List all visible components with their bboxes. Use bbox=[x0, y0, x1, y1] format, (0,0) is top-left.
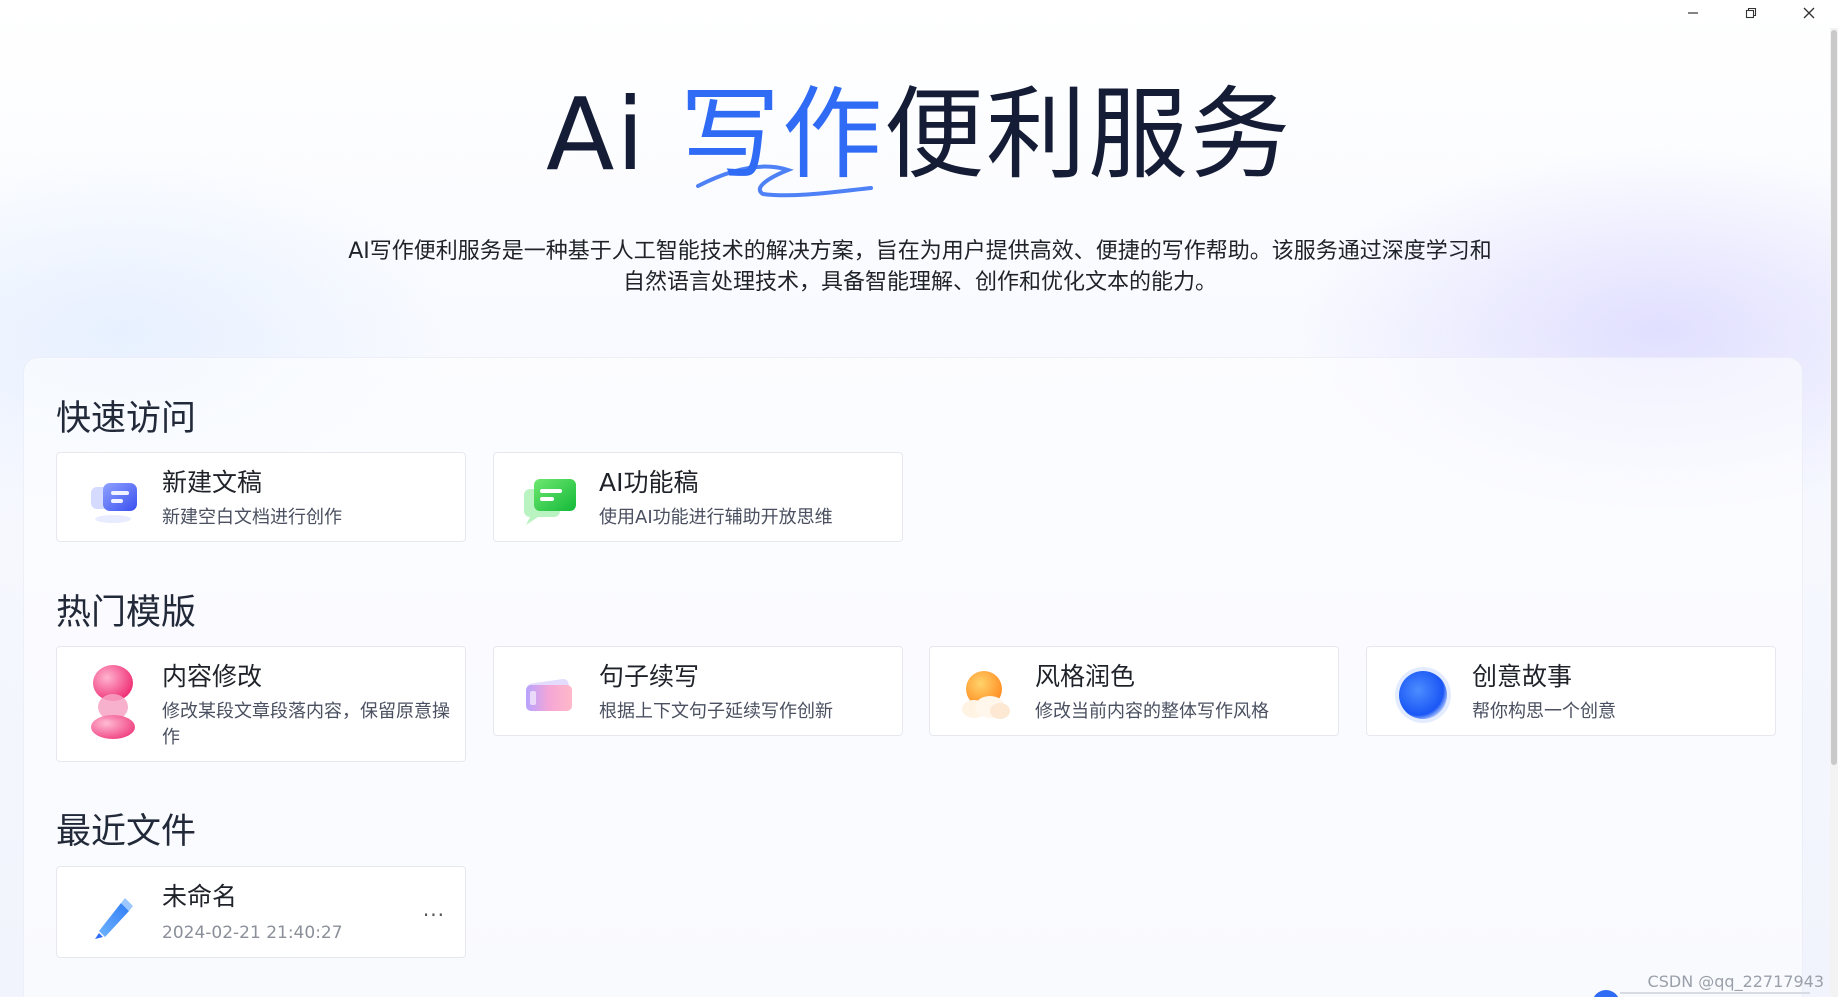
pencil-icon bbox=[95, 898, 133, 939]
card-creative-story[interactable]: 创意故事 帮你构思一个创意 bbox=[1366, 646, 1776, 736]
card-title: 风格润色 bbox=[1035, 662, 1136, 691]
card-title: AI功能稿 bbox=[599, 468, 699, 497]
templates-title: 热门模版 bbox=[56, 593, 197, 633]
card-subtitle: 新建空白文档进行创作 bbox=[162, 507, 342, 528]
ai-chat-icon bbox=[524, 479, 576, 525]
swoosh-decoration bbox=[696, 164, 873, 198]
sun-cloud-icon bbox=[962, 671, 1010, 719]
card-title: 句子续写 bbox=[599, 662, 700, 691]
card-title: 创意故事 bbox=[1472, 662, 1573, 691]
recent-file-item[interactable]: 未命名 2024-02-21 21:40:27 ... bbox=[56, 866, 466, 958]
card-new-doc[interactable]: 新建文稿 新建空白文档进行创作 bbox=[56, 452, 466, 542]
recent-files-title: 最近文件 bbox=[56, 812, 197, 852]
hero-title-suffix: 便利服务 bbox=[883, 76, 1292, 193]
restore-button[interactable] bbox=[1722, 0, 1780, 26]
card-ai-draft[interactable]: AI功能稿 使用AI功能进行辅助开放思维 bbox=[493, 452, 903, 542]
restore-icon bbox=[1745, 7, 1757, 19]
card-subtitle: 使用AI功能进行辅助开放思维 bbox=[599, 507, 833, 528]
gradient-card-icon bbox=[526, 678, 572, 712]
close-button[interactable] bbox=[1780, 0, 1838, 26]
more-options-button[interactable]: ... bbox=[423, 897, 445, 921]
card-sentence-continue[interactable]: 句子续写 根据上下文句子延续写作创新 bbox=[493, 646, 903, 736]
watermark: CSDN @qq_22717943 bbox=[1647, 972, 1824, 991]
card-subtitle: 修改某段文章段落内容，保留原意操作 bbox=[162, 701, 450, 748]
minimize-button[interactable] bbox=[1664, 0, 1722, 26]
close-icon bbox=[1803, 7, 1815, 19]
pink-blob-icon bbox=[91, 665, 135, 739]
minimize-icon bbox=[1688, 12, 1698, 14]
hero-description: AI写作便利服务是一种基于人工智能技术的解决方案，旨在为用户提供高效、便捷的写作… bbox=[348, 239, 1492, 295]
new-doc-icon bbox=[91, 483, 137, 523]
card-content-edit[interactable]: 内容修改 修改某段文章段落内容，保留原意操作 bbox=[56, 646, 466, 762]
card-subtitle: 帮你构思一个创意 bbox=[1472, 701, 1616, 722]
blue-orb-icon bbox=[1395, 667, 1451, 723]
card-subtitle: 修改当前内容的整体写作风格 bbox=[1035, 701, 1269, 722]
hero-title-prefix: Ai bbox=[546, 76, 680, 193]
file-date: 2024-02-21 21:40:27 bbox=[162, 923, 343, 943]
bottom-divider bbox=[1620, 992, 1810, 994]
window-controls bbox=[1664, 0, 1838, 26]
quick-access-title: 快速访问 bbox=[56, 399, 197, 439]
card-style-polish[interactable]: 风格润色 修改当前内容的整体写作风格 bbox=[929, 646, 1339, 736]
card-title: 新建文稿 bbox=[162, 468, 263, 497]
hero-title: Ai 写作便利服务 bbox=[0, 70, 1838, 200]
card-subtitle: 根据上下文句子延续写作创新 bbox=[599, 701, 833, 722]
file-name: 未命名 bbox=[162, 882, 238, 911]
card-title: 内容修改 bbox=[162, 662, 263, 691]
